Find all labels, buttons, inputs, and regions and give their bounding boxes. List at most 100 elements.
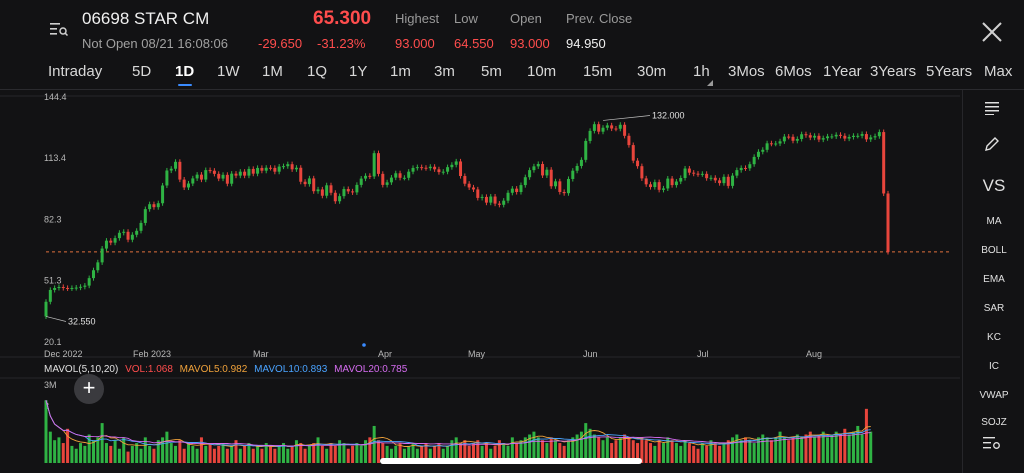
- volume-bar: [195, 448, 199, 463]
- candle-body: [57, 286, 61, 288]
- candle-body: [385, 182, 389, 185]
- candle-body: [795, 138, 799, 141]
- tab-10min[interactable]: 10m: [527, 63, 556, 80]
- volume-bar: [70, 445, 74, 463]
- vs-compare-button[interactable]: VS: [963, 176, 1024, 196]
- candle-body: [782, 136, 786, 142]
- volume-bar: [847, 434, 851, 463]
- indicator-kc[interactable]: KC: [963, 332, 1024, 343]
- candle-body: [882, 132, 886, 194]
- volume-bar: [204, 445, 208, 463]
- candle-body: [497, 203, 501, 205]
- tab-1min[interactable]: 1m: [390, 63, 411, 80]
- tab-1w[interactable]: 1W: [217, 63, 240, 80]
- candle-body: [234, 173, 238, 176]
- tab-3mos[interactable]: 3Mos: [728, 63, 765, 80]
- indicator-ema[interactable]: EMA: [963, 274, 1024, 285]
- price-chart[interactable]: 144.4 113.4 82.3 51.3 20.1 Dec 2022 Feb 2023 Ma…: [0, 90, 960, 473]
- tab-3years[interactable]: 3Years: [870, 63, 916, 80]
- candle-body: [666, 178, 670, 189]
- candle-body: [670, 178, 674, 186]
- tab-6mos[interactable]: 6Mos: [775, 63, 812, 80]
- candle-body: [104, 240, 108, 249]
- candle-body: [493, 196, 497, 204]
- volume-bar: [713, 443, 717, 463]
- tab-3min[interactable]: 3m: [434, 63, 455, 80]
- candle-body: [886, 193, 890, 252]
- y-tick-label: 51.3: [44, 276, 62, 286]
- candle-body: [502, 200, 506, 205]
- indicator-settings-icon[interactable]: [983, 436, 1001, 450]
- tab-5d[interactable]: 5D: [132, 63, 151, 80]
- candle-body: [238, 171, 242, 176]
- tab-30min[interactable]: 30m: [637, 63, 666, 80]
- tab-1m-month[interactable]: 1M: [262, 63, 283, 80]
- tab-15min[interactable]: 15m: [583, 63, 612, 80]
- volume-bar: [104, 443, 108, 463]
- volume-bar: [277, 445, 281, 463]
- pencil-icon[interactable]: [984, 136, 1000, 152]
- candle-body: [661, 188, 665, 190]
- candle-body: [424, 167, 428, 169]
- candle-body: [48, 289, 52, 302]
- candle-body: [182, 179, 186, 188]
- candle-body: [372, 153, 376, 177]
- tab-max[interactable]: Max: [984, 63, 1012, 80]
- candle-body: [269, 167, 273, 169]
- menu-lines-icon[interactable]: [985, 102, 1001, 115]
- indicator-sojz[interactable]: SOJZ: [963, 417, 1024, 426]
- tab-1y[interactable]: 1Y: [349, 63, 367, 80]
- close-icon[interactable]: [980, 20, 1004, 44]
- candle-body: [826, 136, 830, 139]
- candle-body: [545, 169, 549, 176]
- candle-body: [718, 180, 722, 184]
- candle-body: [303, 181, 307, 185]
- candle-body: [791, 136, 795, 141]
- vol-value: VOL:1.068: [125, 364, 173, 375]
- candle-body: [446, 167, 450, 172]
- volume-bar: [735, 434, 739, 463]
- add-indicator-button[interactable]: +: [74, 374, 104, 404]
- candle-body: [338, 196, 342, 202]
- tab-1year[interactable]: 1Year: [823, 63, 862, 80]
- indicator-vwap[interactable]: VWAP: [963, 390, 1024, 401]
- volume-bar: [243, 445, 247, 463]
- candle-body: [398, 173, 402, 178]
- candle-body: [264, 167, 268, 171]
- candle-body: [299, 167, 303, 182]
- volume-bar: [333, 445, 337, 463]
- tab-intraday[interactable]: Intraday: [48, 63, 102, 80]
- watchlist-search-icon[interactable]: [50, 22, 68, 36]
- candle-body: [739, 167, 743, 171]
- tab-1d[interactable]: 1D: [175, 63, 194, 80]
- tab-5min[interactable]: 5m: [481, 63, 502, 80]
- volume-bar: [135, 443, 139, 463]
- candle-body: [428, 166, 432, 169]
- mavol-legend: MAVOL(5,10,20) VOL:1.068 MAVOL5:0.982 MA…: [44, 364, 407, 375]
- volume-bar: [174, 445, 178, 463]
- candle-body: [191, 178, 195, 184]
- tab-1h[interactable]: 1h: [693, 63, 710, 80]
- candle-body: [523, 177, 527, 186]
- indicator-boll[interactable]: BOLL: [963, 245, 1024, 256]
- tab-1q[interactable]: 1Q: [307, 63, 327, 80]
- candle-body: [91, 270, 95, 279]
- indicator-ma[interactable]: MA: [963, 216, 1024, 227]
- candle-body: [208, 170, 212, 172]
- candle-body: [571, 170, 575, 179]
- candle-body: [480, 196, 484, 198]
- candle-body: [243, 171, 247, 176]
- volume-bar: [705, 445, 709, 463]
- candle-body: [813, 135, 817, 138]
- candle-body: [316, 189, 320, 192]
- candle-body: [627, 135, 631, 146]
- indicator-ic[interactable]: IC: [963, 361, 1024, 372]
- candle-body: [247, 168, 251, 176]
- indicator-sar[interactable]: SAR: [963, 303, 1024, 314]
- candle-body: [722, 176, 726, 184]
- candle-body: [454, 161, 458, 165]
- candle-body: [394, 173, 398, 178]
- candle-body: [139, 222, 143, 231]
- candle-body: [225, 174, 229, 184]
- tab-5years[interactable]: 5Years: [926, 63, 972, 80]
